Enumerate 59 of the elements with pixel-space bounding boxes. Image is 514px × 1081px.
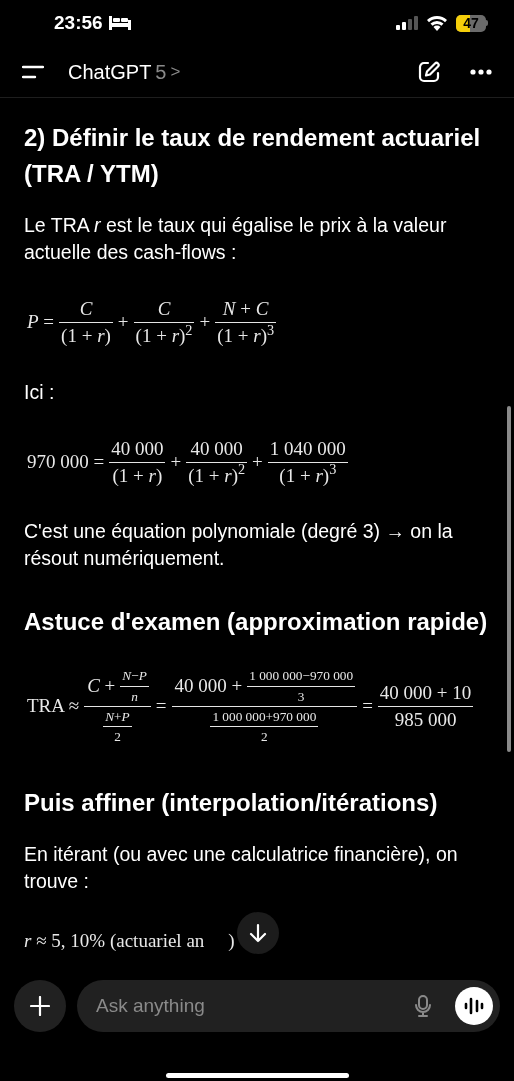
math-text: (1 + r)	[60, 324, 112, 347]
wifi-icon	[426, 15, 448, 31]
math-text: (1 + r)$^{3}$	[216, 324, 276, 347]
message-input[interactable]: Ask anything	[96, 991, 415, 1021]
microphone-icon[interactable]	[415, 995, 431, 1017]
math-text: 40 000 + 10	[378, 682, 473, 704]
math-text: N + C	[221, 298, 270, 320]
paragraph: Le TRA r est le taux qui égalise le prix à la valeur actuelle des cash-flows :	[24, 213, 448, 265]
menu-icon[interactable]	[22, 64, 44, 79]
paragraph: C'est une équation polynomiale (degré 3) → on la résout numériquement.	[24, 519, 454, 572]
plus-icon	[30, 996, 50, 1016]
math-text: 970 000 =	[26, 449, 106, 474]
add-button[interactable]	[14, 980, 66, 1032]
math-text: P =	[26, 310, 56, 335]
math-text: (1 + r)$^{2}$	[134, 324, 194, 347]
section-heading: Puis affiner (interpolation/itérations)	[24, 787, 439, 818]
message-field[interactable]: Ask anything	[77, 980, 500, 1032]
math-text: N+P	[104, 708, 131, 725]
math-text: =	[154, 694, 168, 719]
math-text: 3	[296, 688, 306, 704]
math-text: 1 000 000−970 000	[248, 668, 355, 684]
arrow-down-icon	[249, 922, 267, 943]
math-text: 1 040 000	[268, 437, 347, 460]
math-text: TRA ≈	[26, 694, 81, 719]
voice-mode-button[interactable]	[455, 987, 493, 1025]
math-text: 1 000 000+970 000	[211, 708, 318, 725]
paragraph: Ici :	[24, 379, 56, 405]
model-selector[interactable]: ChatGPT 5 >	[68, 56, 181, 87]
math-text: N−P	[121, 668, 148, 684]
scroll-down-button[interactable]	[237, 911, 279, 954]
math-text: 40 000	[189, 437, 244, 460]
math-text: +	[169, 449, 183, 474]
math-text: 40 000 +	[173, 673, 244, 698]
paragraph: En itérant (ou avec une calculatrice financière), on trouve :	[24, 841, 459, 894]
math-text: (1 + r)$^{2}$	[187, 464, 247, 487]
edit-icon[interactable]	[418, 60, 440, 83]
math-text: C	[156, 298, 172, 320]
math-text: r ≈ 5, 10% (actuariel an	[24, 928, 205, 953]
math-text: 2	[260, 729, 269, 745]
section-heading: 2) Définir le taux de rendement actuariel (TRA / YTM)	[24, 123, 482, 189]
signal-icon	[396, 16, 418, 30]
math-text: (1 + r)$^{3}$	[278, 464, 338, 487]
math-text: n	[130, 688, 139, 704]
status-time: 23:56	[54, 10, 103, 35]
waveform-icon	[464, 997, 484, 1015]
math-text: +	[198, 310, 212, 335]
more-icon[interactable]	[470, 68, 492, 75]
section-heading: Astuce d'examen (approximation rapide)	[24, 607, 489, 638]
math-text: =	[361, 694, 374, 719]
math-text: 2	[113, 729, 122, 745]
math-text: C +	[86, 673, 117, 698]
math-text: +	[251, 449, 264, 474]
math-text: 985 000	[393, 708, 458, 731]
math-text: +	[116, 310, 130, 335]
math-text: C	[78, 298, 94, 320]
math-text: 40 000	[110, 437, 165, 460]
math-text: (1 + r)	[111, 464, 164, 487]
math-text: )	[228, 928, 235, 953]
bed-icon	[108, 16, 131, 30]
